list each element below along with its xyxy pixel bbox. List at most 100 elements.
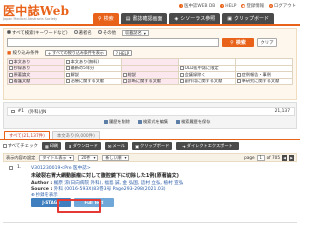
util-link-account[interactable]: ● 登録情報 — [241, 3, 264, 9]
util-link-db[interactable]: i 医中誌WEB DB — [179, 3, 215, 9]
filter-label: 本文あり — [13, 59, 31, 64]
filter-checkbox[interactable] — [180, 72, 184, 77]
filter-label: 総説 — [127, 72, 136, 77]
results-divider — [0, 139, 300, 140]
clear-button[interactable]: クリア — [257, 38, 277, 47]
chevron-down-icon: ▾ — [124, 155, 127, 160]
filter-checkbox[interactable] — [9, 66, 13, 71]
search-range-select[interactable]: 収載誌名 ▾ — [122, 30, 149, 36]
delete-history-button[interactable]: 履歴を削除 — [104, 119, 130, 125]
plus-icon: + — [47, 50, 52, 56]
filter-label: 診断に関する文献 — [127, 78, 162, 84]
result-checkbox[interactable] — [9, 166, 13, 170]
edit-query-button[interactable]: 検索式を編集 — [137, 119, 168, 125]
result-title[interactable]: 未破裂右胃大網動脈瘤に対して腹腔鏡下に切除した1例(原著論文) — [31, 172, 179, 179]
download-button[interactable]: ⬇ ダウンロード — [65, 142, 101, 150]
thesaurus-icon: ◈ — [174, 15, 179, 22]
filter-help-button[interactable]: ? HELP — [112, 50, 133, 56]
search-icon: ⚲ — [230, 39, 234, 46]
filter-checkbox[interactable] — [66, 79, 70, 84]
option-author[interactable]: 著者名 — [73, 30, 92, 36]
per-page-select[interactable]: 20件 ▾ — [78, 154, 99, 161]
history-checkbox[interactable] — [11, 109, 15, 114]
result-id-link[interactable]: V301230019<Pre 医中誌> — [31, 165, 91, 171]
filter-checkbox[interactable] — [9, 72, 13, 77]
radio-icon — [7, 30, 11, 34]
history-query[interactable]: (外科)/JN — [28, 109, 46, 115]
display-settings: 表示内容の設定 タイトル表示 ▾ 20件 ▾ 新しい順 ▾ page 1 of 705… — [3, 153, 297, 162]
filter-label: 症例報告・事例 — [241, 72, 271, 77]
export-icon: ➜ — [182, 143, 186, 149]
pager: page 1 of 705 ◀ ▶ — [244, 154, 294, 161]
tab-bibliography[interactable]: ▤ 書誌確認画面 — [120, 13, 168, 24]
filter-label: 最新の5年分 — [70, 65, 95, 71]
filter-item[interactable]: 治療に関する文献 — [65, 78, 122, 85]
filter-label: 本文あり(無料) — [70, 59, 99, 64]
clipboard-icon: ▣ — [227, 15, 232, 22]
logo-subtitle: Japan Medical Abstracts Society — [3, 17, 58, 21]
clipboard-button[interactable]: ▣ クリップボード — [131, 142, 173, 150]
results-toolbar: すべてチェック ▦ 印刷 ⬇ ダウンロード ✉ メール ▣ クリップボード ➜ ダイレクト… — [3, 141, 297, 151]
print-icon: ▦ — [44, 143, 49, 149]
clipboard-icon: ▣ — [134, 143, 139, 149]
tab-clipboard[interactable]: ▣ クリップボード — [222, 13, 274, 24]
select-all[interactable]: すべてチェック — [3, 143, 38, 149]
filter-checkbox[interactable] — [180, 66, 184, 71]
tab-fulltext-results[interactable]: 本文あり(9,000件) — [51, 131, 100, 139]
sort-order-select[interactable]: 新しい順 ▾ — [102, 154, 130, 161]
filter-label: 治療に関する文献 — [70, 78, 105, 84]
print-button[interactable]: ▦ 印刷 — [41, 142, 62, 150]
direct-export-button[interactable]: ➜ ダイレクトエクスポート — [176, 142, 239, 150]
display-mode-select[interactable]: タイトル表示 ▾ — [39, 154, 75, 161]
filter-item[interactable]: 看護文献 — [8, 78, 65, 85]
filter-checkbox[interactable] — [180, 79, 184, 84]
filter-label: 準研究に関する文献 — [241, 78, 280, 84]
filter-checkbox[interactable] — [237, 79, 241, 84]
search-input[interactable] — [7, 38, 219, 47]
save-history-button[interactable]: 検索履歴を保存 — [176, 119, 210, 125]
option-other[interactable]: その他 — [97, 30, 116, 36]
radio-icon — [97, 30, 102, 34]
chevron-down-icon: ▾ — [143, 30, 146, 36]
total-pages: of 705 — [266, 155, 280, 160]
edit-icon — [137, 120, 142, 124]
tab-underline — [0, 24, 300, 26]
document-icon: ▤ — [125, 15, 131, 22]
prev-page-icon[interactable]: ◀ — [282, 154, 287, 161]
filter-label: 原著論文 — [13, 72, 31, 77]
page-input[interactable]: 1 — [256, 154, 265, 161]
option-all[interactable]: すべて検索(キーワードなど) — [7, 30, 68, 36]
show-all-filters-button[interactable]: + すべての絞り込み条件を表示 — [44, 50, 107, 56]
save-icon — [176, 120, 181, 124]
filter-checkbox[interactable] — [66, 59, 70, 64]
mail-button[interactable]: ✉ メール — [104, 142, 128, 150]
filter-checkbox[interactable] — [9, 59, 13, 64]
search-panel: すべて検索(キーワードなど) 著者名 その他 収載誌名 ▾ ⚲ 検索 クリア ■ 絞… — [3, 28, 297, 100]
filter-checkbox[interactable] — [123, 72, 127, 77]
next-page-icon[interactable]: ▶ — [289, 154, 294, 161]
filter-item[interactable]: 診断に関する文献 — [122, 78, 179, 85]
search-button[interactable]: ⚲ 検索 — [222, 38, 254, 47]
tab-all-results[interactable]: すべて(21,137件) — [4, 131, 50, 139]
source-link[interactable]: 外科 (0016-593X)83巻3号 Page293-298(2021.03) — [54, 187, 166, 192]
util-link-help[interactable]: ? HELP — [220, 4, 236, 9]
history-count[interactable]: 21,137 — [275, 109, 290, 114]
filter-checkbox[interactable] — [9, 79, 13, 84]
filter-checkbox[interactable] — [66, 66, 70, 71]
filter-checkbox[interactable] — [237, 72, 241, 77]
tab-thesaurus[interactable]: ◈ シソーラス参照 — [169, 13, 221, 24]
filter-item[interactable]: 副作用に関する文献 — [179, 78, 236, 85]
mail-icon: ✉ — [107, 143, 112, 149]
filter-grid: 本文あり 本文あり(無料) 抄録あり 最新の5年分 OLD医中誌に限定 原著論文 解説 総説 会… — [7, 58, 293, 85]
filter-checkbox[interactable] — [66, 72, 70, 77]
delete-icon — [104, 120, 108, 124]
chevron-down-icon: ▾ — [93, 155, 96, 160]
tab-search[interactable]: ⚲ 検索 — [93, 13, 119, 24]
filter-label: 会議録除く — [184, 72, 206, 77]
filter-item[interactable]: 準研究に関する文献 — [236, 78, 293, 85]
select-all-checkbox[interactable] — [3, 144, 7, 148]
filter-checkbox[interactable] — [123, 79, 127, 84]
history-row[interactable]: #1 (外科)/JN 21,137 — [7, 107, 295, 116]
util-link-logout[interactable]: × ログアウト — [269, 3, 296, 9]
search-history: #1 (外科)/JN 21,137 履歴を削除 検索式を編集 検索履歴を保存 — [3, 102, 297, 129]
